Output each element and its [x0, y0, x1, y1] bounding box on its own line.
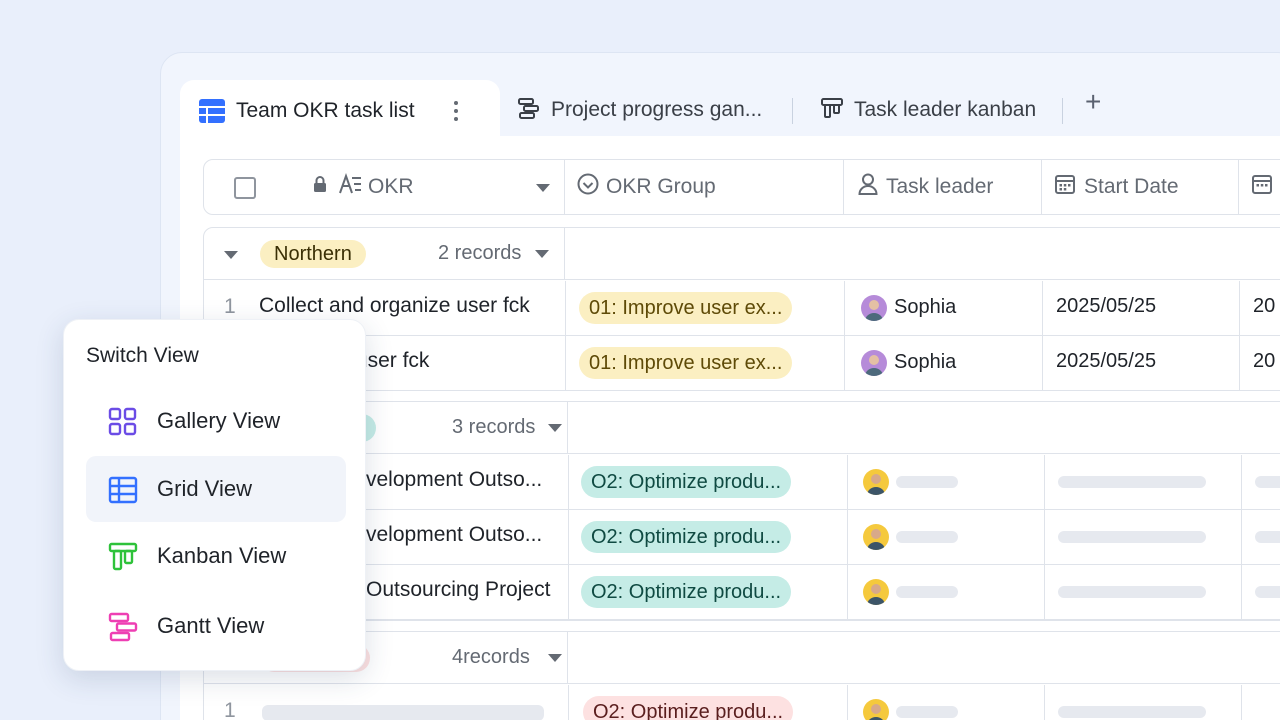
- group-header: Northern 2 records: [204, 228, 1280, 280]
- placeholder-bar: [1255, 586, 1280, 598]
- column-header-start-date[interactable]: Start Date: [1054, 160, 1179, 214]
- menu-item-label: Grid View: [157, 476, 252, 501]
- grid-view-icon: [108, 475, 138, 510]
- kanban-icon: [108, 542, 138, 577]
- column-label: Task leader: [886, 175, 994, 198]
- menu-item-label: Gallery View: [157, 408, 281, 433]
- table-header: OKR OKR Group Task leader Start Date: [203, 159, 1280, 215]
- placeholder-bar: [896, 586, 958, 598]
- gallery-icon: [108, 407, 138, 442]
- avatar: [861, 295, 887, 321]
- okr-cell[interactable]: velopment Outso...: [366, 468, 542, 492]
- tab-label: Team OKR task list: [236, 99, 415, 122]
- select-all-checkbox[interactable]: [234, 177, 256, 199]
- placeholder-bar: [1255, 476, 1280, 488]
- column-label: OKR: [368, 175, 414, 198]
- record-count: 2 records: [438, 242, 522, 264]
- column-header-okr-group[interactable]: OKR Group: [577, 160, 716, 214]
- menu-item-label: Kanban View: [157, 543, 287, 568]
- group-name-badge: Northern: [260, 240, 366, 268]
- group-menu-chevron-icon[interactable]: [535, 250, 549, 258]
- group-menu-chevron-icon[interactable]: [548, 424, 562, 432]
- row-number: 1: [224, 295, 236, 318]
- placeholder-bar: [1058, 531, 1206, 543]
- placeholder-bar: [896, 531, 958, 543]
- avatar: [863, 524, 889, 550]
- column-header-okr[interactable]: OKR: [312, 160, 414, 214]
- more-vertical-icon[interactable]: [452, 100, 460, 127]
- column-header-task-leader[interactable]: Task leader: [858, 160, 993, 214]
- okr-group-tag[interactable]: 01: Improve user ex...: [579, 347, 793, 379]
- table-row[interactable]: 1 O2: Optimize produ...: [204, 685, 1280, 720]
- add-view-button[interactable]: +: [1085, 86, 1101, 118]
- placeholder-bar: [896, 476, 958, 488]
- tab-divider: [1062, 98, 1063, 124]
- view-tab-bar: Team OKR task list Project progress gan.…: [180, 80, 1280, 142]
- avatar: [861, 350, 887, 376]
- row-number: 1: [224, 699, 236, 720]
- record-count: 3 records: [452, 416, 536, 438]
- tab-label: Task leader kanban: [854, 98, 1037, 121]
- column-header-end-date[interactable]: [1251, 160, 1273, 214]
- kanban-icon: [820, 96, 844, 125]
- lock-icon: [312, 175, 328, 199]
- record-count: 4records: [452, 646, 530, 668]
- placeholder-bar: [262, 705, 544, 720]
- column-menu-chevron-icon[interactable]: [536, 184, 550, 192]
- calendar-icon: [1251, 173, 1273, 201]
- person-icon: [858, 173, 878, 201]
- placeholder-bar: [896, 706, 958, 718]
- menu-title: Switch View: [86, 344, 199, 367]
- text-field-icon: [338, 172, 362, 201]
- okr-cell[interactable]: Collect and organize user fck: [259, 294, 530, 318]
- tab-team-okr-task-list[interactable]: Team OKR task list: [180, 80, 500, 142]
- okr-group-tag[interactable]: 01: Improve user ex...: [579, 292, 793, 324]
- avatar: [863, 469, 889, 495]
- okr-cell[interactable]: Outsourcing Project: [366, 578, 550, 602]
- tab-label: Project progress gan...: [551, 98, 763, 121]
- menu-item-kanban-view[interactable]: Kanban View: [86, 523, 346, 589]
- menu-item-grid-view[interactable]: Grid View: [86, 456, 346, 522]
- column-label: OKR Group: [606, 175, 716, 198]
- calendar-icon: [1054, 173, 1076, 201]
- okr-group-tag[interactable]: O2: Optimize produ...: [581, 521, 792, 553]
- end-date-cell[interactable]: 20: [1253, 295, 1275, 318]
- menu-item-label: Gantt View: [157, 613, 265, 638]
- task-leader-name: Sophia: [894, 351, 957, 373]
- okr-cell[interactable]: velopment Outso...: [366, 523, 542, 547]
- tab-divider: [792, 98, 793, 124]
- single-select-icon: [577, 173, 599, 201]
- group-menu-chevron-icon[interactable]: [548, 654, 562, 662]
- collapse-caret-icon[interactable]: [224, 251, 238, 259]
- end-date-cell[interactable]: 20: [1253, 350, 1275, 373]
- switch-view-menu: Switch View Gallery View Grid View Kanba…: [63, 319, 366, 671]
- start-date-cell[interactable]: 2025/05/25: [1056, 350, 1156, 373]
- okr-group-tag[interactable]: O2: Optimize produ...: [581, 466, 792, 498]
- placeholder-bar: [1255, 531, 1280, 543]
- gantt-icon: [517, 96, 541, 125]
- column-label: Start Date: [1084, 175, 1179, 198]
- placeholder-bar: [1058, 476, 1206, 488]
- task-leader-name: Sophia: [894, 296, 957, 318]
- avatar: [863, 699, 889, 720]
- okr-group-tag[interactable]: O2: Optimize produ...: [583, 696, 794, 720]
- tab-project-progress-gantt[interactable]: Project progress gan...: [517, 80, 762, 140]
- grid-view-icon: [198, 98, 226, 129]
- menu-item-gantt-view[interactable]: Gantt View: [86, 593, 346, 659]
- start-date-cell[interactable]: 2025/05/25: [1056, 295, 1156, 318]
- tab-task-leader-kanban[interactable]: Task leader kanban: [820, 80, 1036, 140]
- gantt-icon: [108, 612, 138, 647]
- placeholder-bar: [1058, 706, 1206, 718]
- okr-group-tag[interactable]: O2: Optimize produ...: [581, 576, 792, 608]
- placeholder-bar: [1058, 586, 1206, 598]
- avatar: [863, 579, 889, 605]
- menu-item-gallery-view[interactable]: Gallery View: [86, 388, 346, 454]
- table-row[interactable]: 1 Collect and organize user fck 01: Impr…: [204, 281, 1280, 336]
